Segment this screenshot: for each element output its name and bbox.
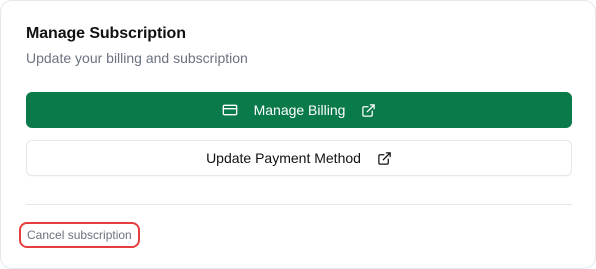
manage-billing-button[interactable]: Manage Billing xyxy=(26,92,572,128)
external-link-icon xyxy=(361,103,376,118)
divider xyxy=(26,204,572,205)
update-payment-method-label: Update Payment Method xyxy=(206,150,361,166)
cancel-subscription-link[interactable]: Cancel subscription xyxy=(19,222,140,248)
credit-card-icon xyxy=(222,102,238,118)
external-link-icon xyxy=(377,151,392,166)
update-payment-method-button[interactable]: Update Payment Method xyxy=(26,140,572,176)
card-title: Manage Subscription xyxy=(26,25,186,42)
card-subtitle: Update your billing and subscription xyxy=(26,50,248,66)
manage-subscription-card: Manage Subscription Update your billing … xyxy=(0,0,596,269)
manage-billing-label: Manage Billing xyxy=(253,102,346,118)
